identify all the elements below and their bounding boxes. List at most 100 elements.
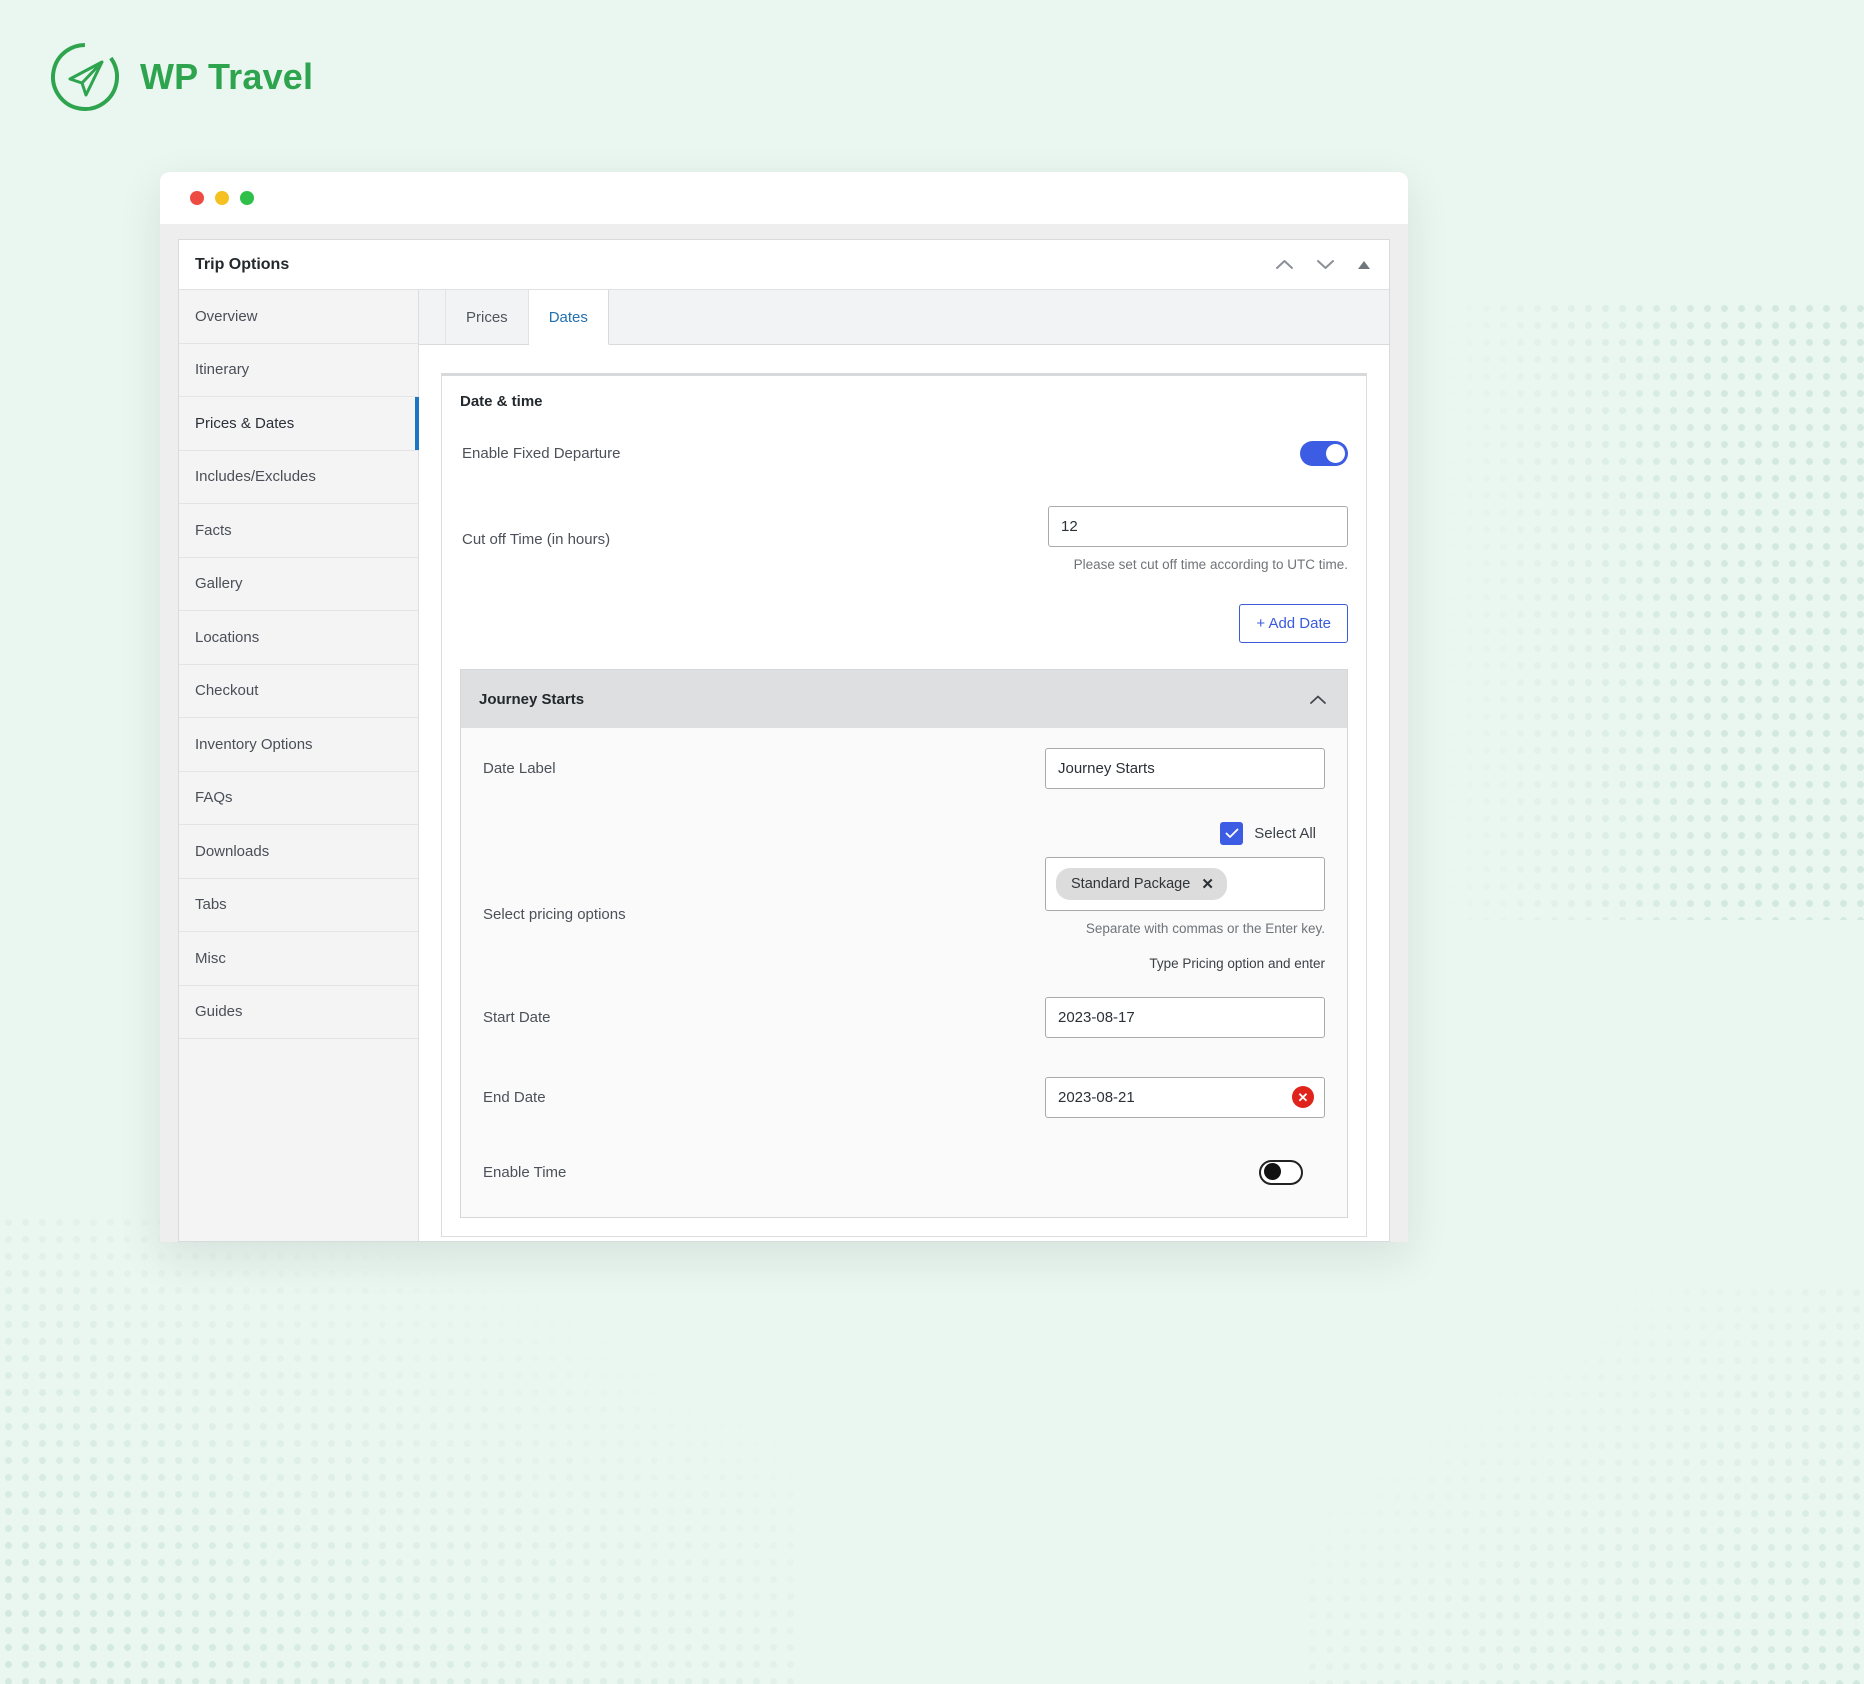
sidebar-item-misc[interactable]: Misc bbox=[179, 932, 418, 986]
tab-label: Dates bbox=[548, 308, 588, 326]
cut-off-time-hint: Please set cut off time according to UTC… bbox=[1073, 557, 1348, 572]
background-dot-pattern-bottom-right bbox=[1304, 1284, 1864, 1684]
select-all-label: Select All bbox=[1254, 825, 1316, 842]
panel-header-actions bbox=[1275, 258, 1371, 271]
enable-fixed-departure-label: Enable Fixed Departure bbox=[462, 444, 621, 462]
sidebar-item-label: Facts bbox=[195, 521, 232, 539]
start-date-label: Start Date bbox=[483, 1008, 551, 1026]
journey-starts-header[interactable]: Journey Starts bbox=[461, 670, 1347, 728]
sidebar-item-label: Inventory Options bbox=[195, 735, 313, 753]
sidebar-item-label: Guides bbox=[195, 1003, 243, 1021]
traffic-light-minimize-icon[interactable] bbox=[215, 191, 229, 205]
sidebar-item-tabs[interactable]: Tabs bbox=[179, 879, 418, 932]
end-date-label: End Date bbox=[483, 1088, 546, 1106]
enable-fixed-departure-toggle[interactable] bbox=[1300, 440, 1348, 466]
end-date-row: End Date ✕ bbox=[483, 1057, 1325, 1137]
end-date-input[interactable] bbox=[1045, 1076, 1325, 1118]
sidebar-item-itinerary[interactable]: Itinerary bbox=[179, 344, 418, 397]
page-title: Trip Options bbox=[195, 255, 290, 273]
add-date-row: + Add Date bbox=[460, 582, 1348, 669]
brand-name: WP Travel bbox=[140, 56, 314, 97]
pricing-options-hint-2: Type Pricing option and enter bbox=[1149, 956, 1325, 971]
pricing-options-input[interactable]: Standard Package ✕ bbox=[1045, 857, 1325, 911]
trip-options-sidebar: Overview Itinerary Prices & Dates Includ… bbox=[179, 290, 419, 1241]
chevron-up-icon[interactable] bbox=[1275, 258, 1294, 271]
sidebar-item-label: Locations bbox=[195, 628, 260, 646]
sidebar-item-label: Itinerary bbox=[195, 361, 250, 379]
remove-tag-icon[interactable]: ✕ bbox=[1201, 877, 1214, 892]
sidebar-item-includes-excludes[interactable]: Includes/Excludes bbox=[179, 451, 418, 504]
date-time-card: Date & time Enable Fixed Departure Cut o… bbox=[441, 373, 1367, 1237]
dates-scroll-area[interactable]: Date & time Enable Fixed Departure Cut o… bbox=[419, 345, 1389, 1241]
select-all-checkbox[interactable] bbox=[1220, 822, 1244, 845]
journey-starts-body: Date Label Journey Starts Select All Sel… bbox=[461, 728, 1347, 1217]
tab-label: Prices bbox=[466, 308, 508, 326]
sidebar-item-label: Checkout bbox=[195, 682, 259, 700]
sidebar-item-label: Prices & Dates bbox=[195, 414, 295, 432]
toggle-knob bbox=[1326, 443, 1345, 463]
cut-off-time-label: Cut off Time (in hours) bbox=[462, 530, 611, 548]
sidebar-filler bbox=[179, 1039, 418, 1239]
sidebar-item-label: FAQs bbox=[195, 789, 233, 807]
traffic-light-close-icon[interactable] bbox=[190, 191, 204, 205]
check-icon bbox=[1225, 828, 1239, 838]
date-label-row: Date Label bbox=[483, 728, 1325, 808]
brand-logo: WP Travel bbox=[48, 40, 313, 114]
select-all-row: Select All bbox=[483, 808, 1325, 851]
sidebar-item-downloads[interactable]: Downloads bbox=[179, 825, 418, 879]
pricing-options-hint: Separate with commas or the Enter key. bbox=[1085, 921, 1325, 936]
triangle-up-icon[interactable] bbox=[1357, 260, 1371, 270]
cut-off-time-input[interactable] bbox=[1048, 506, 1348, 547]
add-date-button[interactable]: + Add Date bbox=[1239, 604, 1348, 643]
tab-dates[interactable]: Dates bbox=[528, 290, 609, 345]
sidebar-item-label: Gallery bbox=[195, 575, 243, 593]
sidebar-item-checkout[interactable]: Checkout bbox=[179, 665, 418, 718]
sidebar-item-label: Includes/Excludes bbox=[195, 468, 316, 486]
sidebar-item-label: Misc bbox=[195, 949, 226, 967]
content-tabbar: Prices Dates bbox=[419, 290, 1389, 345]
start-date-input[interactable] bbox=[1045, 996, 1325, 1038]
sidebar-item-label: Overview bbox=[195, 307, 258, 325]
enable-time-label: Enable Time bbox=[483, 1163, 567, 1181]
paper-plane-circle-icon bbox=[51, 43, 119, 111]
enable-time-row: Enable Time bbox=[483, 1137, 1325, 1207]
browser-window: Trip Options Overview Itinerary Prices &… bbox=[160, 172, 1408, 1242]
sidebar-item-facts[interactable]: Facts bbox=[179, 504, 418, 558]
sidebar-item-inventory-options[interactable]: Inventory Options bbox=[179, 718, 418, 772]
browser-viewport: Trip Options Overview Itinerary Prices &… bbox=[160, 224, 1408, 1242]
pricing-options-row: Select pricing options Standard Package … bbox=[483, 851, 1325, 977]
toggle-knob bbox=[1264, 1162, 1281, 1180]
sidebar-item-label: Tabs bbox=[195, 896, 227, 914]
sidebar-item-guides[interactable]: Guides bbox=[179, 986, 418, 1039]
tab-prices[interactable]: Prices bbox=[445, 290, 529, 344]
enable-fixed-departure-row: Enable Fixed Departure bbox=[460, 410, 1348, 496]
pricing-option-tag-label: Standard Package bbox=[1071, 876, 1191, 892]
background-dot-pattern-bottom-left bbox=[0, 1214, 800, 1684]
date-label-label: Date Label bbox=[483, 759, 556, 777]
date-label-input[interactable] bbox=[1045, 747, 1325, 789]
background-dot-pattern-top-right bbox=[1444, 300, 1864, 920]
sidebar-item-locations[interactable]: Locations bbox=[179, 611, 418, 665]
start-date-row: Start Date bbox=[483, 977, 1325, 1057]
clear-end-date-icon[interactable]: ✕ bbox=[1292, 1086, 1314, 1108]
sidebar-item-overview[interactable]: Overview bbox=[179, 290, 418, 344]
chevron-up-icon[interactable] bbox=[1309, 694, 1327, 705]
chevron-down-icon[interactable] bbox=[1316, 258, 1335, 271]
sidebar-item-prices-and-dates[interactable]: Prices & Dates bbox=[179, 397, 419, 451]
panel-body: Overview Itinerary Prices & Dates Includ… bbox=[179, 290, 1389, 1241]
sidebar-item-label: Downloads bbox=[195, 842, 270, 860]
pricing-option-tag: Standard Package ✕ bbox=[1056, 868, 1227, 900]
trip-options-content: Prices Dates Date & time Enable Fixed De… bbox=[419, 290, 1389, 1241]
trip-options-panel: Trip Options Overview Itinerary Prices &… bbox=[178, 239, 1390, 1242]
journey-starts-accordion: Journey Starts Date Label Journey Starts… bbox=[460, 669, 1348, 1218]
traffic-light-maximize-icon[interactable] bbox=[240, 191, 254, 205]
browser-titlebar bbox=[160, 172, 1408, 224]
journey-starts-title: Journey Starts bbox=[479, 690, 585, 708]
sidebar-item-faqs[interactable]: FAQs bbox=[179, 772, 418, 825]
cut-off-time-row: Cut off Time (in hours) Please set cut o… bbox=[460, 496, 1348, 582]
date-time-card-title: Date & time bbox=[460, 393, 543, 410]
sidebar-item-gallery[interactable]: Gallery bbox=[179, 558, 418, 611]
pricing-options-label: Select pricing options bbox=[483, 905, 626, 923]
panel-header: Trip Options bbox=[179, 240, 1389, 290]
enable-time-toggle[interactable] bbox=[1259, 1159, 1303, 1185]
